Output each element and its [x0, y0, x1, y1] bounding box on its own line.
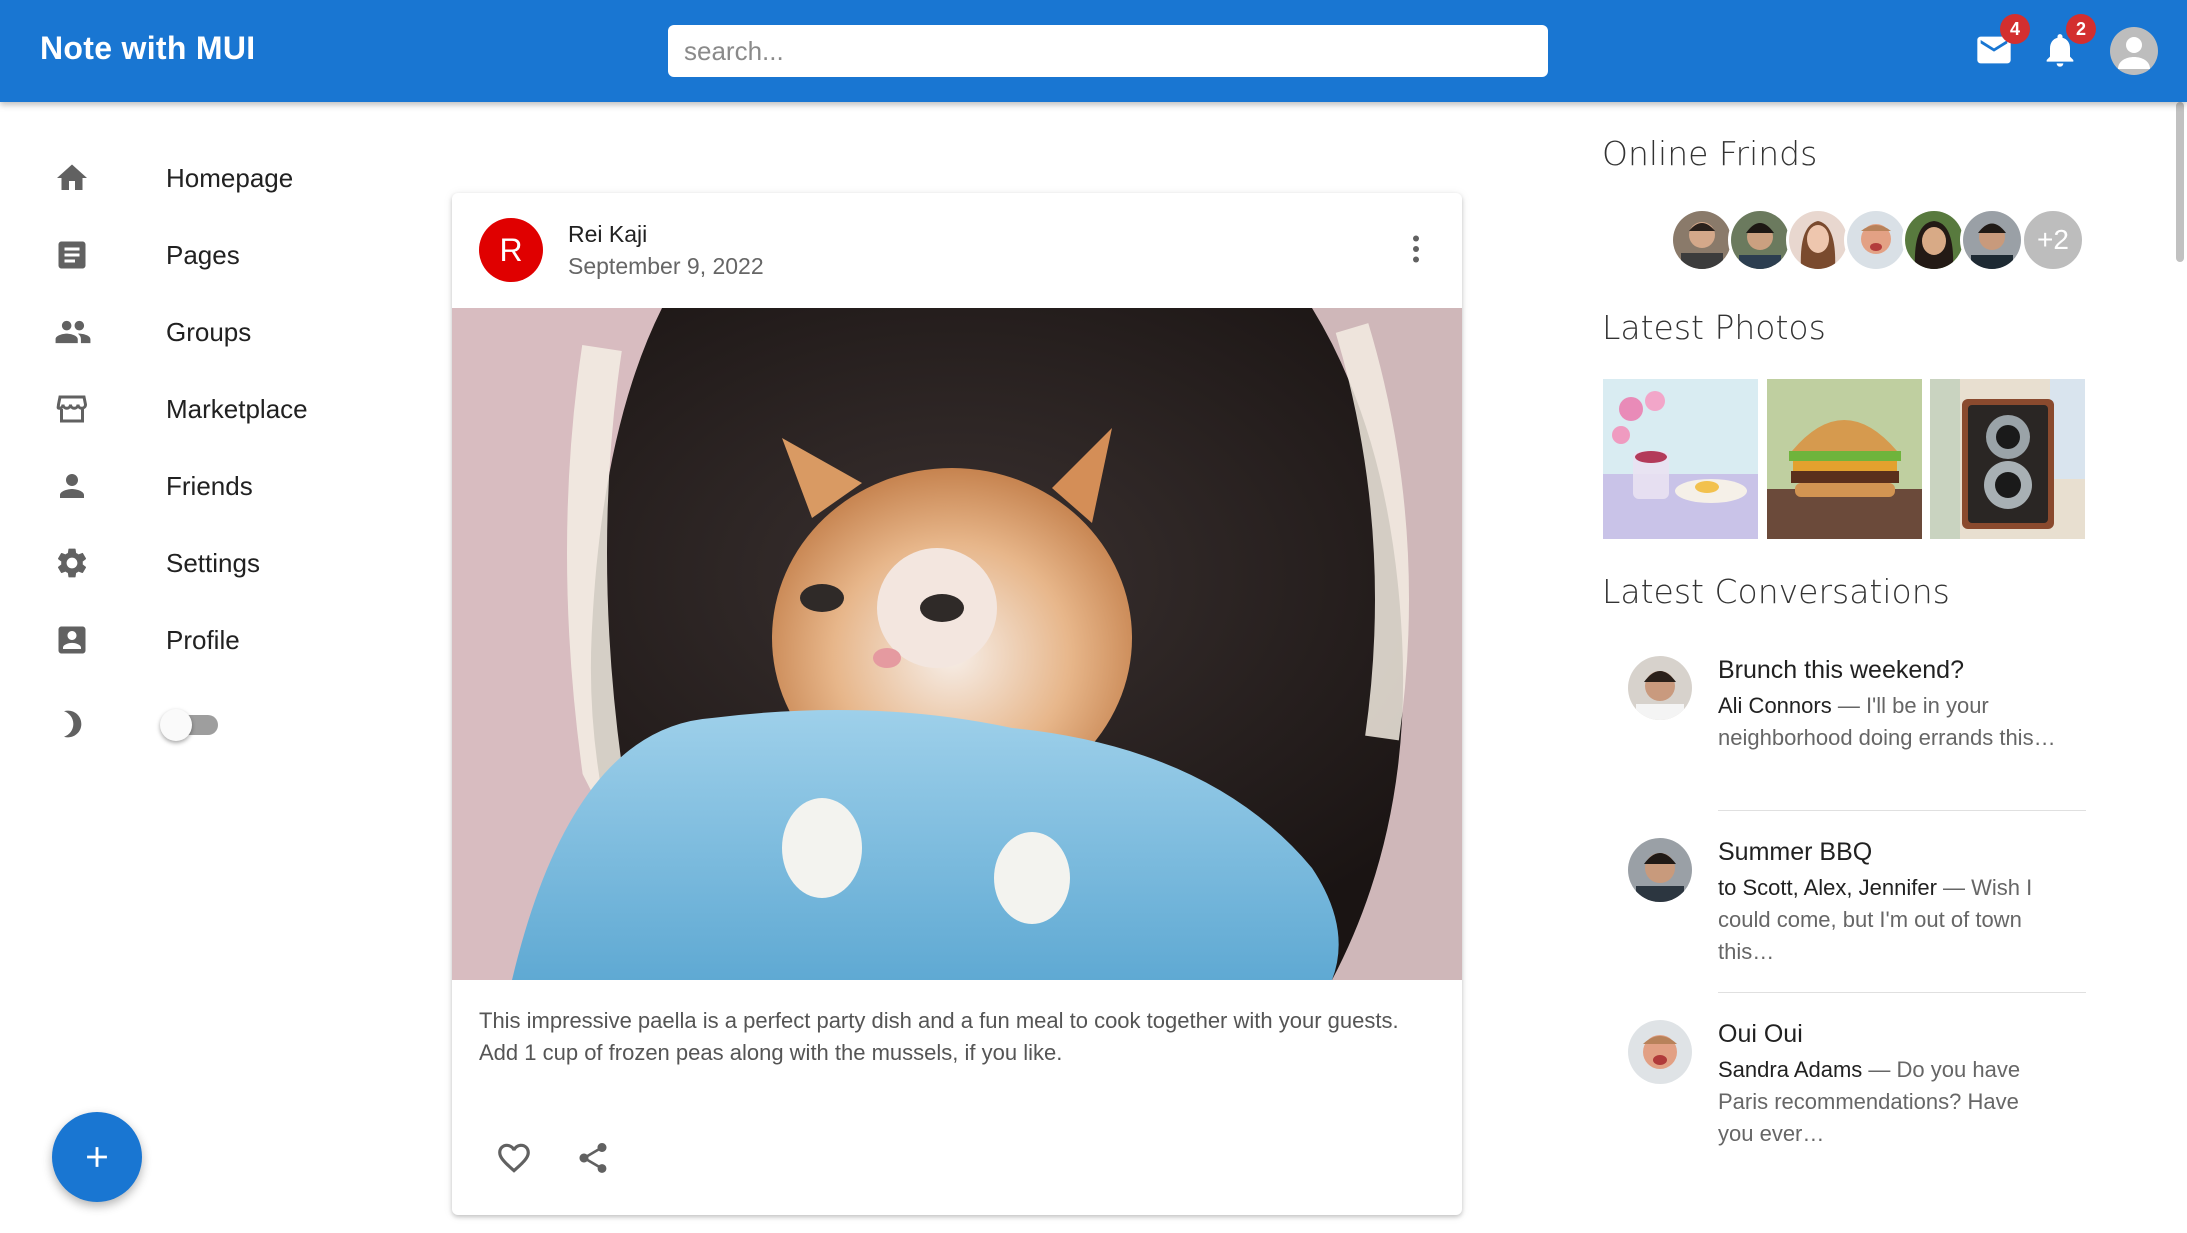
latest-photos-title: Latest Photos	[1602, 308, 1826, 347]
sidebar-item-label: Pages	[166, 239, 240, 270]
article-icon	[40, 235, 104, 275]
mail-button[interactable]: 4	[1972, 14, 2030, 72]
mail-badge: 4	[2000, 14, 2030, 44]
conversation-sender: Ali Connors	[1718, 693, 1832, 718]
conversation-avatar	[1628, 1020, 1692, 1084]
sidebar-item-profile[interactable]: Profile	[40, 610, 400, 670]
more-vert-icon	[1413, 235, 1419, 263]
post-date: September 9, 2022	[568, 253, 764, 279]
sidebar-item-homepage[interactable]: Homepage	[40, 148, 400, 208]
friend-avatar[interactable]	[1844, 208, 1908, 272]
conversation-title: Brunch this weekend?	[1718, 656, 1964, 684]
switch-thumb	[160, 709, 192, 741]
divider	[1718, 810, 2086, 811]
home-icon	[40, 158, 104, 198]
conversation-preview: Sandra Adams — Do you have Paris recomme…	[1718, 1054, 2058, 1150]
sidebar-item-friends[interactable]: Friends	[40, 456, 400, 516]
sidebar-item-label: Marketplace	[166, 393, 308, 424]
moon-icon	[40, 704, 104, 744]
page-scrollbar[interactable]	[2176, 102, 2184, 262]
more-options-button[interactable]	[1396, 225, 1436, 273]
dark-mode-row	[40, 694, 340, 754]
latest-conversations-title: Latest Conversations	[1602, 572, 1950, 611]
conversation-title: Summer BBQ	[1718, 838, 1873, 866]
settings-icon	[40, 543, 104, 583]
flowers-breakfast-photo[interactable]	[1603, 379, 1758, 539]
friend-avatar[interactable]	[1902, 208, 1966, 272]
app-title: Note with MUI	[40, 30, 256, 66]
sidebar-item-label: Settings	[166, 547, 260, 578]
share-button[interactable]	[568, 1133, 618, 1183]
person-icon	[40, 466, 104, 506]
conversation-sender: to Scott, Alex, Jennifer	[1718, 875, 1937, 900]
camera-photo[interactable]	[1930, 379, 2085, 539]
post-text: This impressive paella is a perfect part…	[479, 1008, 1399, 1065]
sidebar-item-label: Friends	[166, 470, 253, 501]
more-friends-badge[interactable]: +2	[2021, 208, 2085, 272]
share-icon	[579, 1143, 607, 1173]
burger-photo[interactable]	[1767, 379, 1922, 539]
favorite-button[interactable]	[489, 1133, 539, 1183]
account-icon	[2118, 37, 2150, 69]
friend-avatar[interactable]	[1728, 208, 1792, 272]
conversation-avatar	[1628, 838, 1692, 902]
online-friends-title: Online Frinds	[1602, 134, 1818, 173]
sidebar-item-pages[interactable]: Pages	[40, 225, 400, 285]
author-avatar: R	[479, 218, 543, 282]
conversation-preview: to Scott, Alex, Jennifer — Wish I could …	[1718, 872, 2058, 968]
sidebar: Homepage Pages Groups Marketplace Friend…	[0, 102, 440, 1233]
kitten-photo	[452, 308, 1462, 980]
sidebar-item-label: Groups	[166, 316, 252, 347]
friend-avatar[interactable]	[1670, 208, 1734, 272]
notifications-badge: 2	[2066, 14, 2096, 44]
account-box-icon	[40, 620, 104, 660]
sidebar-item-groups[interactable]: Groups	[40, 302, 400, 362]
conversation-sender: Sandra Adams	[1718, 1057, 1863, 1082]
add-button[interactable]	[52, 1112, 142, 1202]
friend-avatar[interactable]	[1786, 208, 1850, 272]
storefront-icon	[40, 389, 104, 429]
post-card: R Rei Kaji September 9, 2022 This impres…	[452, 193, 1462, 1215]
sidebar-item-settings[interactable]: Settings	[40, 533, 400, 593]
group-icon	[40, 312, 104, 352]
divider	[1718, 992, 2086, 993]
dark-mode-switch[interactable]	[158, 706, 220, 742]
post-author: Rei Kaji	[568, 221, 648, 247]
conversation-title: Oui Oui	[1718, 1020, 1803, 1048]
friend-avatar[interactable]	[1960, 208, 2024, 272]
account-avatar[interactable]	[2110, 27, 2158, 75]
search-input[interactable]	[668, 25, 1548, 77]
favorite-icon	[498, 1143, 530, 1173]
conversation-avatar	[1628, 656, 1692, 720]
sidebar-item-label: Profile	[166, 624, 240, 655]
sidebar-item-marketplace[interactable]: Marketplace	[40, 379, 400, 439]
app-bar: Note with MUI 4 2	[0, 0, 2187, 102]
sidebar-item-label: Homepage	[166, 162, 294, 193]
notifications-button[interactable]: 2	[2038, 14, 2096, 72]
plus-icon	[87, 1147, 107, 1167]
conversation-preview: Ali Connors — I'll be in your neighborho…	[1718, 690, 2058, 754]
